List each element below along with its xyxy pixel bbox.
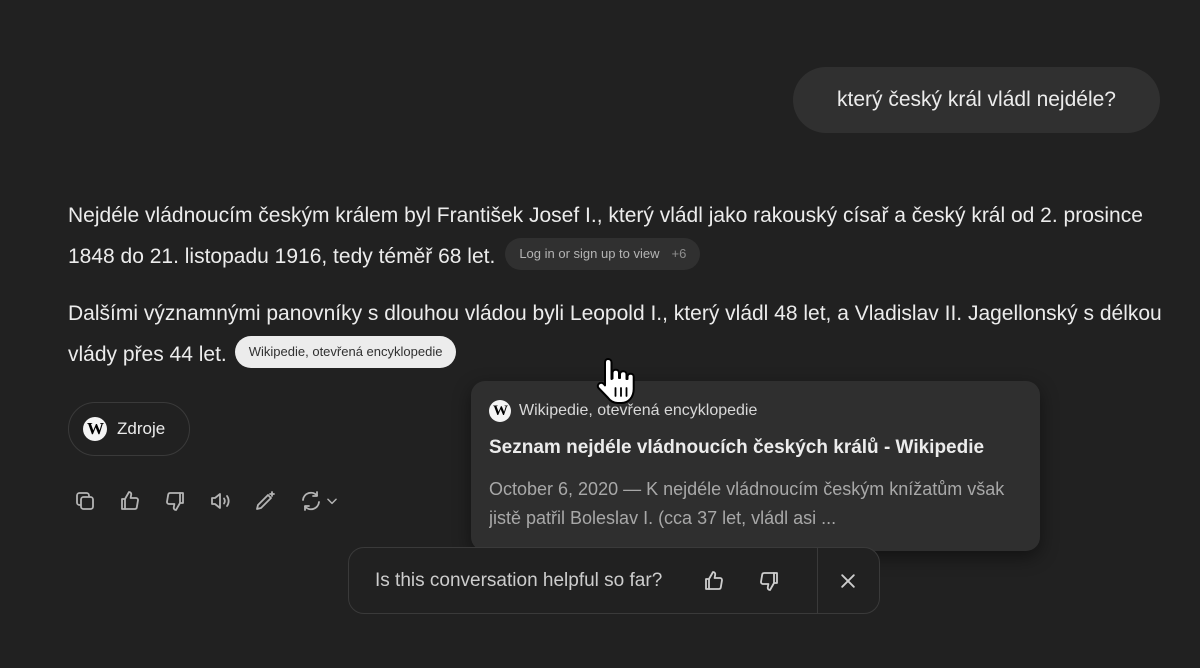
chat-page: který český král vládl nejdéle? Nejdéle …	[0, 0, 1200, 668]
read-aloud-button[interactable]	[205, 486, 235, 516]
user-message-bubble: který český král vládl nejdéle?	[793, 67, 1160, 133]
read-aloud-icon	[211, 493, 230, 509]
edit-icon	[256, 491, 275, 510]
popover-snippet: October 6, 2020 — K nejdéle vládnoucím č…	[489, 479, 1005, 528]
thumbs-up-icon	[704, 570, 723, 590]
edit-button[interactable]	[250, 486, 280, 516]
hand-pointer-cursor-icon	[596, 358, 635, 404]
citation-popover[interactable]: W Wikipedie, otevřená encyklopedie Sezna…	[471, 381, 1040, 551]
thumbs-down-icon	[760, 571, 779, 591]
copy-button[interactable]	[70, 486, 100, 516]
citation-count: +6	[671, 246, 687, 262]
popover-title-link[interactable]: Seznam nejdéle vládnoucích českých králů…	[489, 437, 1022, 459]
copy-icon	[76, 492, 94, 510]
regenerate-button[interactable]	[295, 486, 343, 516]
feedback-close-button[interactable]	[818, 547, 879, 614]
citation-wikipedia-pill[interactable]: Wikipedie, otevřená encyklopedie	[234, 336, 457, 369]
regenerate-icon	[302, 491, 320, 511]
sources-button[interactable]: W Zdroje	[68, 402, 190, 456]
message-action-bar	[70, 486, 358, 516]
chevron-down-icon	[327, 498, 337, 505]
wikipedia-logo-icon: W	[83, 417, 107, 441]
thumbs-up-button[interactable]	[115, 486, 145, 516]
thumbs-down-icon	[166, 492, 184, 511]
sources-button-label: Zdroje	[117, 419, 166, 438]
popover-source: W Wikipedie, otevřená encyklopedie	[489, 399, 1022, 423]
feedback-thumbs-down-button[interactable]	[755, 567, 783, 595]
answer-paragraph-1: Nejdéle vládnoucím českým králem byl Fra…	[68, 195, 1178, 277]
thumbs-down-button[interactable]	[160, 486, 190, 516]
citation-login-pill[interactable]: Log in or sign up to view +6	[505, 238, 701, 271]
feedback-question: Is this conversation helpful so far?	[375, 569, 663, 591]
close-icon	[841, 573, 856, 588]
wikipedia-logo-icon: W	[489, 400, 511, 422]
citation-wikipedia-label: Wikipedie, otevřená encyklopedie	[248, 344, 443, 360]
feedback-bar: Is this conversation helpful so far?	[348, 547, 880, 614]
user-message-text: který český král vládl nejdéle?	[837, 88, 1116, 111]
thumbs-up-icon	[121, 491, 139, 510]
feedback-thumbs-up-button[interactable]	[700, 567, 728, 595]
citation-login-label: Log in or sign up to view	[519, 246, 660, 262]
